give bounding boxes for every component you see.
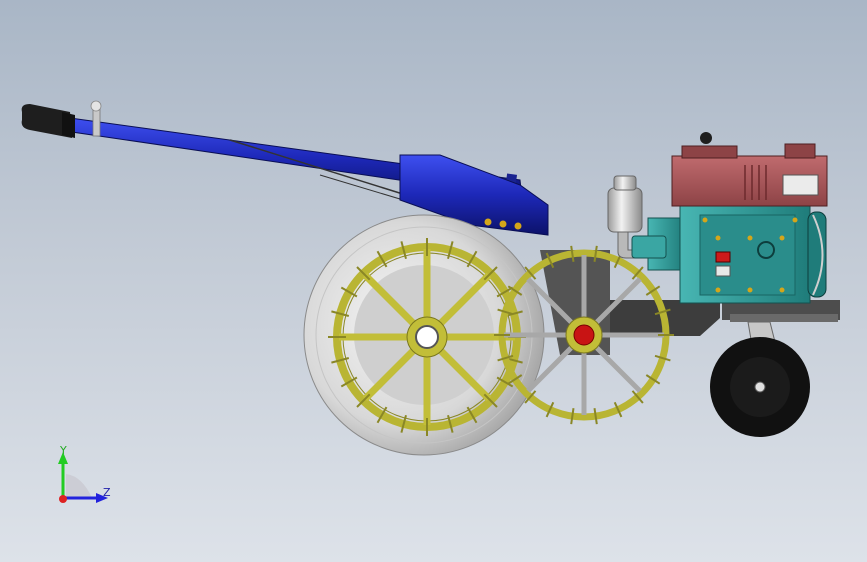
handle-grip — [21, 104, 75, 138]
wheel-lug — [570, 408, 575, 425]
origin-point — [59, 495, 67, 503]
fuel-cap-icon — [715, 251, 731, 263]
cad-model-canvas[interactable] — [0, 0, 867, 562]
diesel-engine — [631, 204, 827, 304]
engine-radiator-tank — [671, 132, 828, 207]
steering-handle — [69, 117, 549, 236]
cap-knob-icon — [700, 132, 712, 144]
front-caster-wheel — [710, 321, 810, 437]
z-axis-label: Z — [103, 486, 111, 499]
cad-viewport[interactable]: Y Z — [0, 0, 867, 562]
paddle-wheel-left — [328, 238, 526, 436]
radiator-window — [782, 174, 819, 196]
coordinate-triad — [58, 452, 108, 503]
gauge-icon — [757, 241, 775, 259]
wheel-lug — [593, 408, 598, 425]
y-axis-label: Y — [60, 444, 67, 457]
